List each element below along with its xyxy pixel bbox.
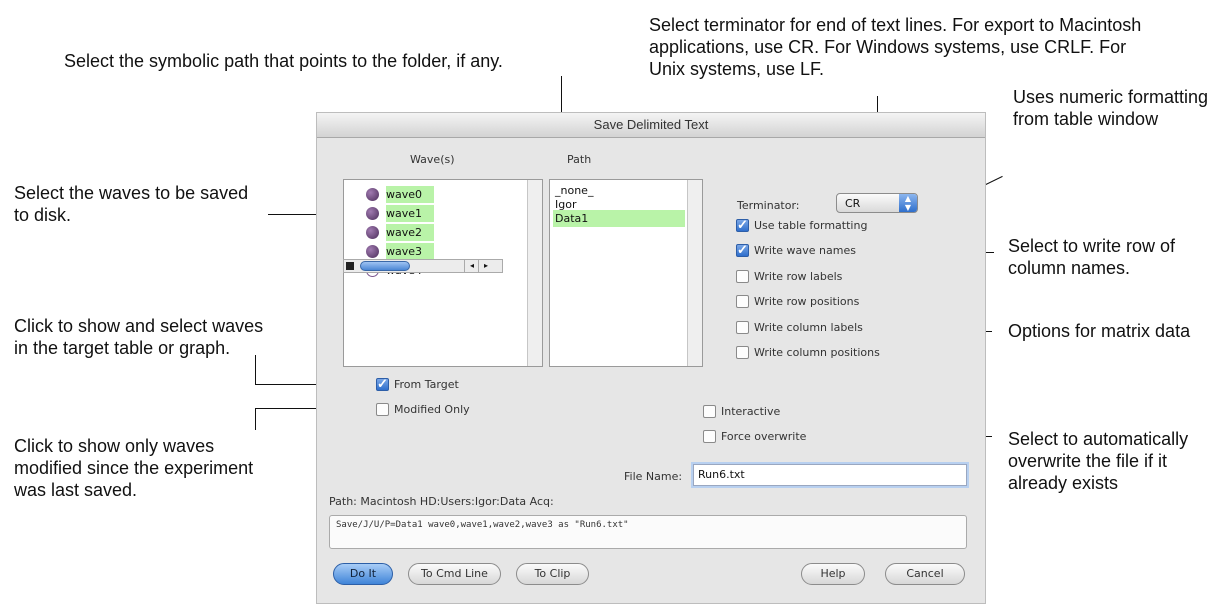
save-delimited-text-dialog: Save Delimited Text Wave(s) Path wave0 w… bbox=[316, 112, 986, 604]
from-target-checkbox[interactable] bbox=[376, 376, 389, 392]
terminator-label: Terminator: bbox=[737, 199, 800, 212]
callout-overwrite-line-2: overwrite the file if it bbox=[1008, 451, 1168, 471]
interactive-checkbox[interactable] bbox=[703, 405, 716, 418]
callout-waves-line-1: Select the waves to be saved bbox=[14, 183, 249, 203]
from-target-label: From Target bbox=[394, 378, 459, 391]
callout-matrix: Options for matrix data bbox=[1008, 321, 1191, 341]
leader-from-target-vertical bbox=[255, 355, 256, 384]
help-button[interactable]: Help bbox=[801, 563, 865, 585]
wave-icon bbox=[366, 207, 379, 220]
callout-from-target: Click to show and select waves in the ta… bbox=[14, 315, 263, 359]
list-item[interactable]: wave3 bbox=[366, 243, 434, 260]
write-column-positions-label: Write column positions bbox=[754, 346, 880, 359]
write-column-positions-checkbox[interactable] bbox=[736, 346, 749, 359]
waves-list-scrollbar[interactable] bbox=[527, 180, 542, 366]
callout-from-target-line-2: in the target table or graph. bbox=[14, 338, 231, 358]
command-text: Save/J/U/P=Data1 wave0,wave1,wave2,wave3… bbox=[336, 520, 629, 530]
callout-path: Select the symbolic path that points to … bbox=[64, 51, 503, 71]
callout-modified: Click to show only waves modified since … bbox=[14, 435, 253, 501]
scroll-menu-icon[interactable] bbox=[346, 262, 354, 270]
wave-name: wave0 bbox=[386, 188, 423, 201]
wave-name: wave1 bbox=[386, 207, 423, 220]
callout-table-formatting-line-2: from table window bbox=[1013, 109, 1159, 129]
to-cmd-line-button[interactable]: To Cmd Line bbox=[408, 563, 501, 585]
wave-name: wave3 bbox=[386, 245, 423, 258]
callout-terminator-line-1: Select terminator for end of text lines.… bbox=[649, 15, 1142, 35]
use-table-formatting-label: Use table formatting bbox=[754, 219, 868, 232]
modified-only-checkbox[interactable] bbox=[376, 403, 389, 416]
list-item[interactable]: wave0 bbox=[366, 186, 434, 203]
list-item[interactable]: Data1 bbox=[553, 210, 685, 227]
scroll-thumb[interactable] bbox=[360, 261, 410, 271]
write-row-labels-label: Write row labels bbox=[754, 270, 843, 283]
waves-header: Wave(s) bbox=[410, 153, 455, 166]
wave-name: wave2 bbox=[386, 226, 423, 239]
callout-modified-line-3: was last saved. bbox=[14, 480, 138, 500]
callout-table-formatting: Uses numeric formatting from table windo… bbox=[1013, 86, 1208, 130]
callout-modified-line-1: Click to show only waves bbox=[14, 436, 215, 456]
force-overwrite-label: Force overwrite bbox=[721, 430, 807, 443]
use-table-formatting-checkbox[interactable] bbox=[736, 217, 749, 233]
write-column-labels-checkbox[interactable] bbox=[736, 321, 749, 334]
scroll-right-icon[interactable]: ▸ bbox=[478, 260, 493, 272]
wave-icon bbox=[366, 245, 379, 258]
waves-list[interactable]: wave0 wave1 wave2 wave3 wave4 bbox=[343, 179, 543, 367]
callout-terminator-line-2: applications, use CR. For Windows system… bbox=[649, 37, 1127, 57]
write-column-labels-label: Write column labels bbox=[754, 321, 863, 334]
path-list[interactable]: _none_ Igor Data1 bbox=[549, 179, 703, 367]
callout-from-target-line-1: Click to show and select waves bbox=[14, 316, 264, 336]
chevron-updown-icon: ▲ ▼ bbox=[899, 194, 917, 212]
callout-modified-line-2: modified since the experiment bbox=[14, 458, 254, 478]
callout-write-names-line-2: column names. bbox=[1008, 258, 1131, 278]
wave-icon bbox=[366, 226, 379, 239]
write-row-positions-label: Write row positions bbox=[754, 295, 860, 308]
callout-waves-line-2: to disk. bbox=[14, 205, 72, 225]
list-item[interactable]: wave1 bbox=[366, 205, 434, 222]
modified-only-label: Modified Only bbox=[394, 403, 470, 416]
terminator-select[interactable]: CR ▲ ▼ bbox=[836, 193, 918, 213]
write-row-labels-checkbox[interactable] bbox=[736, 270, 749, 283]
write-row-positions-checkbox[interactable] bbox=[736, 295, 749, 308]
callout-overwrite-line-1: Select to automatically bbox=[1008, 429, 1189, 449]
file-name-field[interactable]: Run6.txt bbox=[693, 464, 967, 486]
callout-table-formatting-line-1: Uses numeric formatting bbox=[1013, 87, 1209, 107]
path-list-scrollbar[interactable] bbox=[687, 180, 702, 366]
wave-icon bbox=[366, 188, 379, 201]
cancel-button[interactable]: Cancel bbox=[885, 563, 965, 585]
interactive-label: Interactive bbox=[721, 405, 781, 418]
do-it-button[interactable]: Do It bbox=[333, 563, 393, 585]
file-name-label: File Name: bbox=[624, 470, 683, 483]
callout-overwrite-line-3: already exists bbox=[1008, 473, 1119, 493]
callout-overwrite: Select to automatically overwrite the fi… bbox=[1008, 428, 1188, 494]
waves-hscrollbar[interactable]: ◂ ▸ bbox=[343, 259, 503, 273]
dialog-title: Save Delimited Text bbox=[593, 117, 709, 132]
write-wave-names-label: Write wave names bbox=[754, 244, 856, 257]
callout-terminator: Select terminator for end of text lines.… bbox=[649, 14, 1141, 80]
command-box[interactable]: Save/J/U/P=Data1 wave0,wave1,wave2,wave3… bbox=[329, 515, 967, 549]
callout-write-names-line-1: Select to write row of bbox=[1008, 236, 1176, 256]
callout-terminator-line-3: Unix systems, use LF. bbox=[649, 59, 825, 79]
list-item[interactable]: wave2 bbox=[366, 224, 434, 241]
callout-write-names: Select to write row of column names. bbox=[1008, 235, 1175, 279]
force-overwrite-checkbox[interactable] bbox=[703, 430, 716, 443]
scroll-left-icon[interactable]: ◂ bbox=[464, 260, 479, 272]
callout-waves: Select the waves to be saved to disk. bbox=[14, 182, 248, 226]
title-bar[interactable]: Save Delimited Text bbox=[317, 113, 985, 138]
to-clip-button[interactable]: To Clip bbox=[516, 563, 589, 585]
leader-modified-vertical bbox=[255, 408, 256, 430]
path-header: Path bbox=[567, 153, 592, 166]
terminator-value: CR bbox=[845, 197, 861, 210]
path-display: Path: Macintosh HD:Users:Igor:Data Acq: bbox=[329, 495, 554, 508]
write-wave-names-checkbox[interactable] bbox=[736, 242, 749, 258]
